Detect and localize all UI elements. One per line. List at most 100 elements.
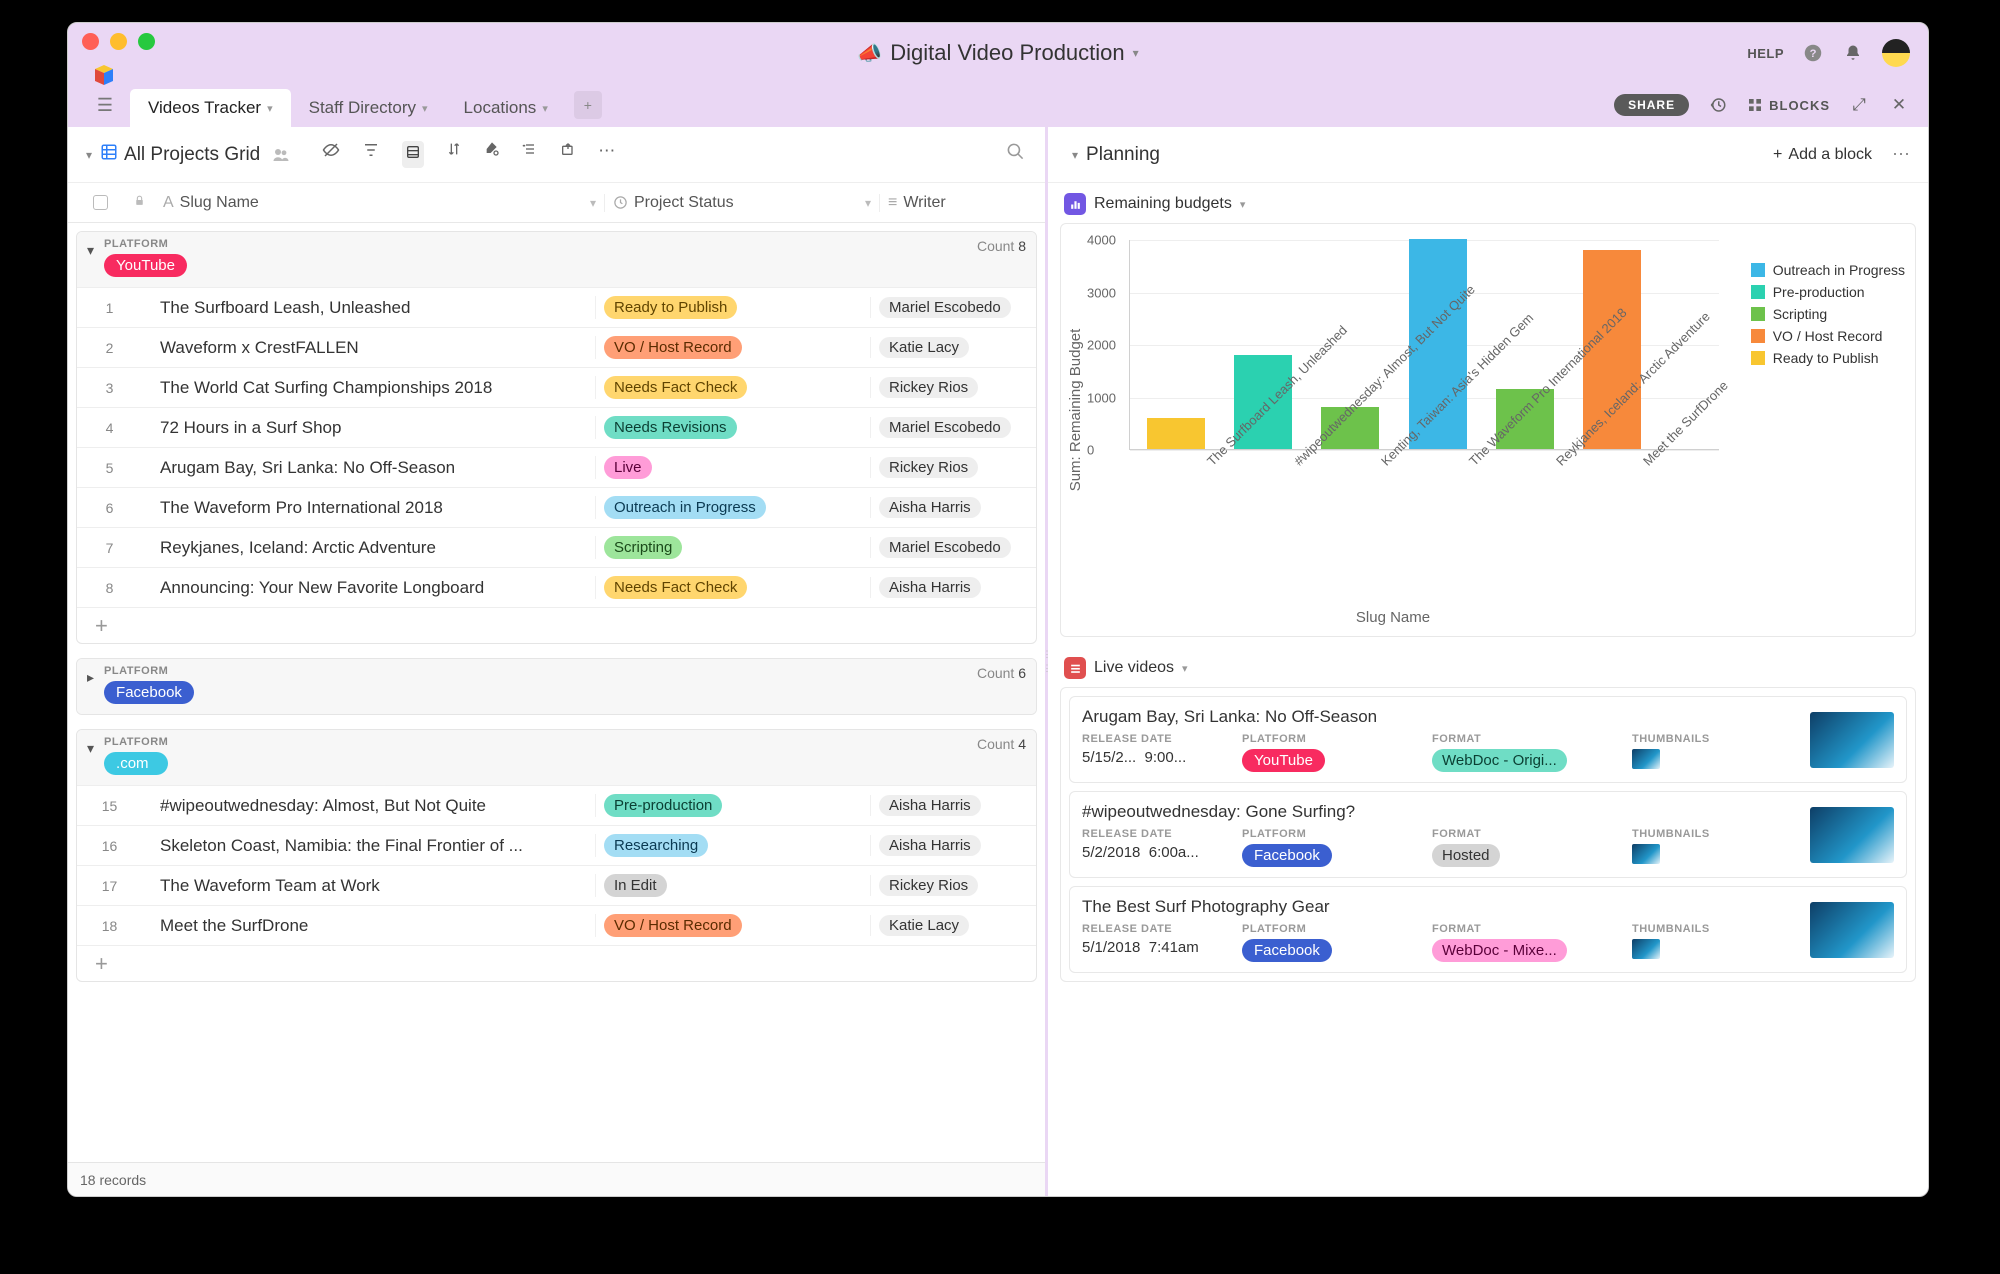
share-view-icon[interactable] [560, 141, 576, 168]
cell-writer[interactable]: Rickey Rios [870, 377, 1036, 398]
cell-status[interactable]: Pre-production [595, 794, 870, 817]
cell-writer[interactable]: Rickey Rios [870, 875, 1036, 896]
cell-slug[interactable]: The Surfboard Leash, Unleashed [142, 298, 595, 318]
cell-writer[interactable]: Aisha Harris [870, 577, 1036, 598]
tab-locations[interactable]: Locations▾ [446, 89, 566, 127]
planning-more-icon[interactable]: ⋯ [1892, 144, 1912, 165]
share-button[interactable]: SHARE [1614, 94, 1689, 116]
sort-icon[interactable] [446, 141, 462, 168]
add-tab-button[interactable]: + [574, 91, 602, 119]
cell-writer[interactable]: Katie Lacy [870, 337, 1036, 358]
select-all-checkbox[interactable] [93, 195, 108, 210]
chart-block-header[interactable]: Remaining budgets ▾ [1048, 183, 1928, 219]
group-header[interactable]: ▾PLATFORM.comCount 4 [77, 730, 1036, 785]
table-row[interactable]: 472 Hours in a Surf ShopNeeds RevisionsM… [77, 407, 1036, 447]
column-status[interactable]: Project Status▾ [604, 194, 879, 212]
max-dot[interactable] [138, 33, 155, 50]
live-video-card[interactable]: Arugam Bay, Sri Lanka: No Off-SeasonRELE… [1069, 696, 1907, 783]
cell-slug[interactable]: Skeleton Coast, Namibia: the Final Front… [142, 836, 595, 856]
views-dropdown-icon[interactable]: ▾ [78, 148, 100, 162]
cell-status[interactable]: Ready to Publish [595, 296, 870, 319]
base-title[interactable]: 📣 Digital Video Production ▾ [857, 40, 1138, 66]
cell-writer[interactable]: Mariel Escobedo [870, 537, 1036, 558]
filter-icon[interactable] [362, 141, 380, 168]
cell-status[interactable]: Live [595, 456, 870, 479]
cell-status[interactable]: Researching [595, 834, 870, 857]
table-row[interactable]: 17The Waveform Team at WorkIn EditRickey… [77, 865, 1036, 905]
avatar[interactable] [1882, 39, 1910, 67]
cell-slug[interactable]: Reykjanes, Iceland: Arctic Adventure [142, 538, 595, 558]
tab-staff-directory[interactable]: Staff Directory▾ [291, 89, 446, 127]
table-row[interactable]: 16Skeleton Coast, Namibia: the Final Fro… [77, 825, 1036, 865]
live-video-card[interactable]: The Best Surf Photography GearRELEASE DA… [1069, 886, 1907, 973]
color-icon[interactable] [484, 141, 500, 168]
live-block-header[interactable]: Live videos ▾ [1048, 647, 1928, 683]
cell-slug[interactable]: Announcing: Your New Favorite Longboard [142, 578, 595, 598]
cell-writer[interactable]: Mariel Escobedo [870, 297, 1036, 318]
live-video-card[interactable]: #wipeoutwednesday: Gone Surfing?RELEASE … [1069, 791, 1907, 878]
table-row[interactable]: 1The Surfboard Leash, UnleashedReady to … [77, 287, 1036, 327]
chart-bar[interactable] [1147, 418, 1205, 450]
cell-status[interactable]: Needs Fact Check [595, 576, 870, 599]
hide-fields-icon[interactable] [322, 141, 340, 168]
group-header[interactable]: ▾PLATFORMYouTubeCount 8 [77, 232, 1036, 287]
cell-status[interactable]: Needs Fact Check [595, 376, 870, 399]
help-link[interactable]: HELP [1747, 46, 1784, 61]
cell-slug[interactable]: Arugam Bay, Sri Lanka: No Off-Season [142, 458, 595, 478]
search-icon[interactable] [1006, 142, 1035, 167]
collaborators-icon[interactable] [270, 144, 292, 166]
cell-slug[interactable]: #wipeoutwednesday: Almost, But Not Quite [142, 796, 595, 816]
group-header[interactable]: ▸PLATFORMFacebookCount 6 [77, 659, 1036, 714]
table-row[interactable]: 5Arugam Bay, Sri Lanka: No Off-SeasonLiv… [77, 447, 1036, 487]
table-row[interactable]: 18Meet the SurfDroneVO / Host RecordKati… [77, 905, 1036, 945]
group-toggle-icon[interactable]: ▾ [87, 740, 94, 757]
table-row[interactable]: 3The World Cat Surfing Championships 201… [77, 367, 1036, 407]
row-height-icon[interactable] [522, 141, 538, 168]
blocks-button[interactable]: BLOCKS [1747, 97, 1830, 113]
help-icon[interactable]: ? [1802, 42, 1824, 64]
column-slug[interactable]: ASlug Name▾ [159, 194, 604, 212]
add-row-button[interactable]: + [77, 945, 1036, 981]
group-icon[interactable] [402, 141, 424, 168]
add-block-button[interactable]: +Add a block [1773, 146, 1872, 164]
cell-writer[interactable]: Aisha Harris [870, 497, 1036, 518]
cell-writer[interactable]: Rickey Rios [870, 457, 1036, 478]
cell-slug[interactable]: The Waveform Pro International 2018 [142, 498, 595, 518]
cell-status[interactable]: Needs Revisions [595, 416, 870, 439]
cell-status[interactable]: VO / Host Record [595, 336, 870, 359]
cell-status[interactable]: Scripting [595, 536, 870, 559]
cell-slug[interactable]: The World Cat Surfing Championships 2018 [142, 378, 595, 398]
cell-writer[interactable]: Aisha Harris [870, 835, 1036, 856]
column-writer[interactable]: ≡Writer [879, 194, 1045, 212]
planning-dropdown-icon[interactable]: ▾ [1064, 148, 1086, 162]
group-toggle-icon[interactable]: ▸ [87, 669, 94, 686]
close-dot[interactable] [82, 33, 99, 50]
cell-status[interactable]: VO / Host Record [595, 914, 870, 937]
min-dot[interactable] [110, 33, 127, 50]
view-name[interactable]: All Projects Grid [124, 144, 260, 166]
cell-writer[interactable]: Katie Lacy [870, 915, 1036, 936]
cell-slug[interactable]: Waveform x CrestFALLEN [142, 338, 595, 358]
menu-icon[interactable]: ☰ [80, 83, 130, 127]
cell-writer[interactable]: Aisha Harris [870, 795, 1036, 816]
cell-writer[interactable]: Mariel Escobedo [870, 417, 1036, 438]
tab-videos-tracker[interactable]: Videos Tracker▾ [130, 89, 291, 127]
pane-resizer[interactable]: ⋮⋮ [1043, 127, 1051, 1196]
add-row-button[interactable]: + [77, 607, 1036, 643]
bell-icon[interactable] [1842, 42, 1864, 64]
table-row[interactable]: 15#wipeoutwednesday: Almost, But Not Qui… [77, 785, 1036, 825]
group-toggle-icon[interactable]: ▾ [87, 242, 94, 259]
more-icon[interactable]: ⋯ [598, 141, 615, 168]
cell-status[interactable]: Outreach in Progress [595, 496, 870, 519]
history-icon[interactable] [1707, 94, 1729, 116]
close-icon[interactable]: ✕ [1888, 94, 1910, 116]
expand-icon[interactable]: ⤢ [1848, 94, 1870, 116]
cell-slug[interactable]: The Waveform Team at Work [142, 876, 595, 896]
table-row[interactable]: 7Reykjanes, Iceland: Arctic AdventureScr… [77, 527, 1036, 567]
table-row[interactable]: 6The Waveform Pro International 2018Outr… [77, 487, 1036, 527]
cell-slug[interactable]: Meet the SurfDrone [142, 916, 595, 936]
table-row[interactable]: 8Announcing: Your New Favorite Longboard… [77, 567, 1036, 607]
table-row[interactable]: 2Waveform x CrestFALLENVO / Host RecordK… [77, 327, 1036, 367]
cell-status[interactable]: In Edit [595, 874, 870, 897]
cell-slug[interactable]: 72 Hours in a Surf Shop [142, 418, 595, 438]
